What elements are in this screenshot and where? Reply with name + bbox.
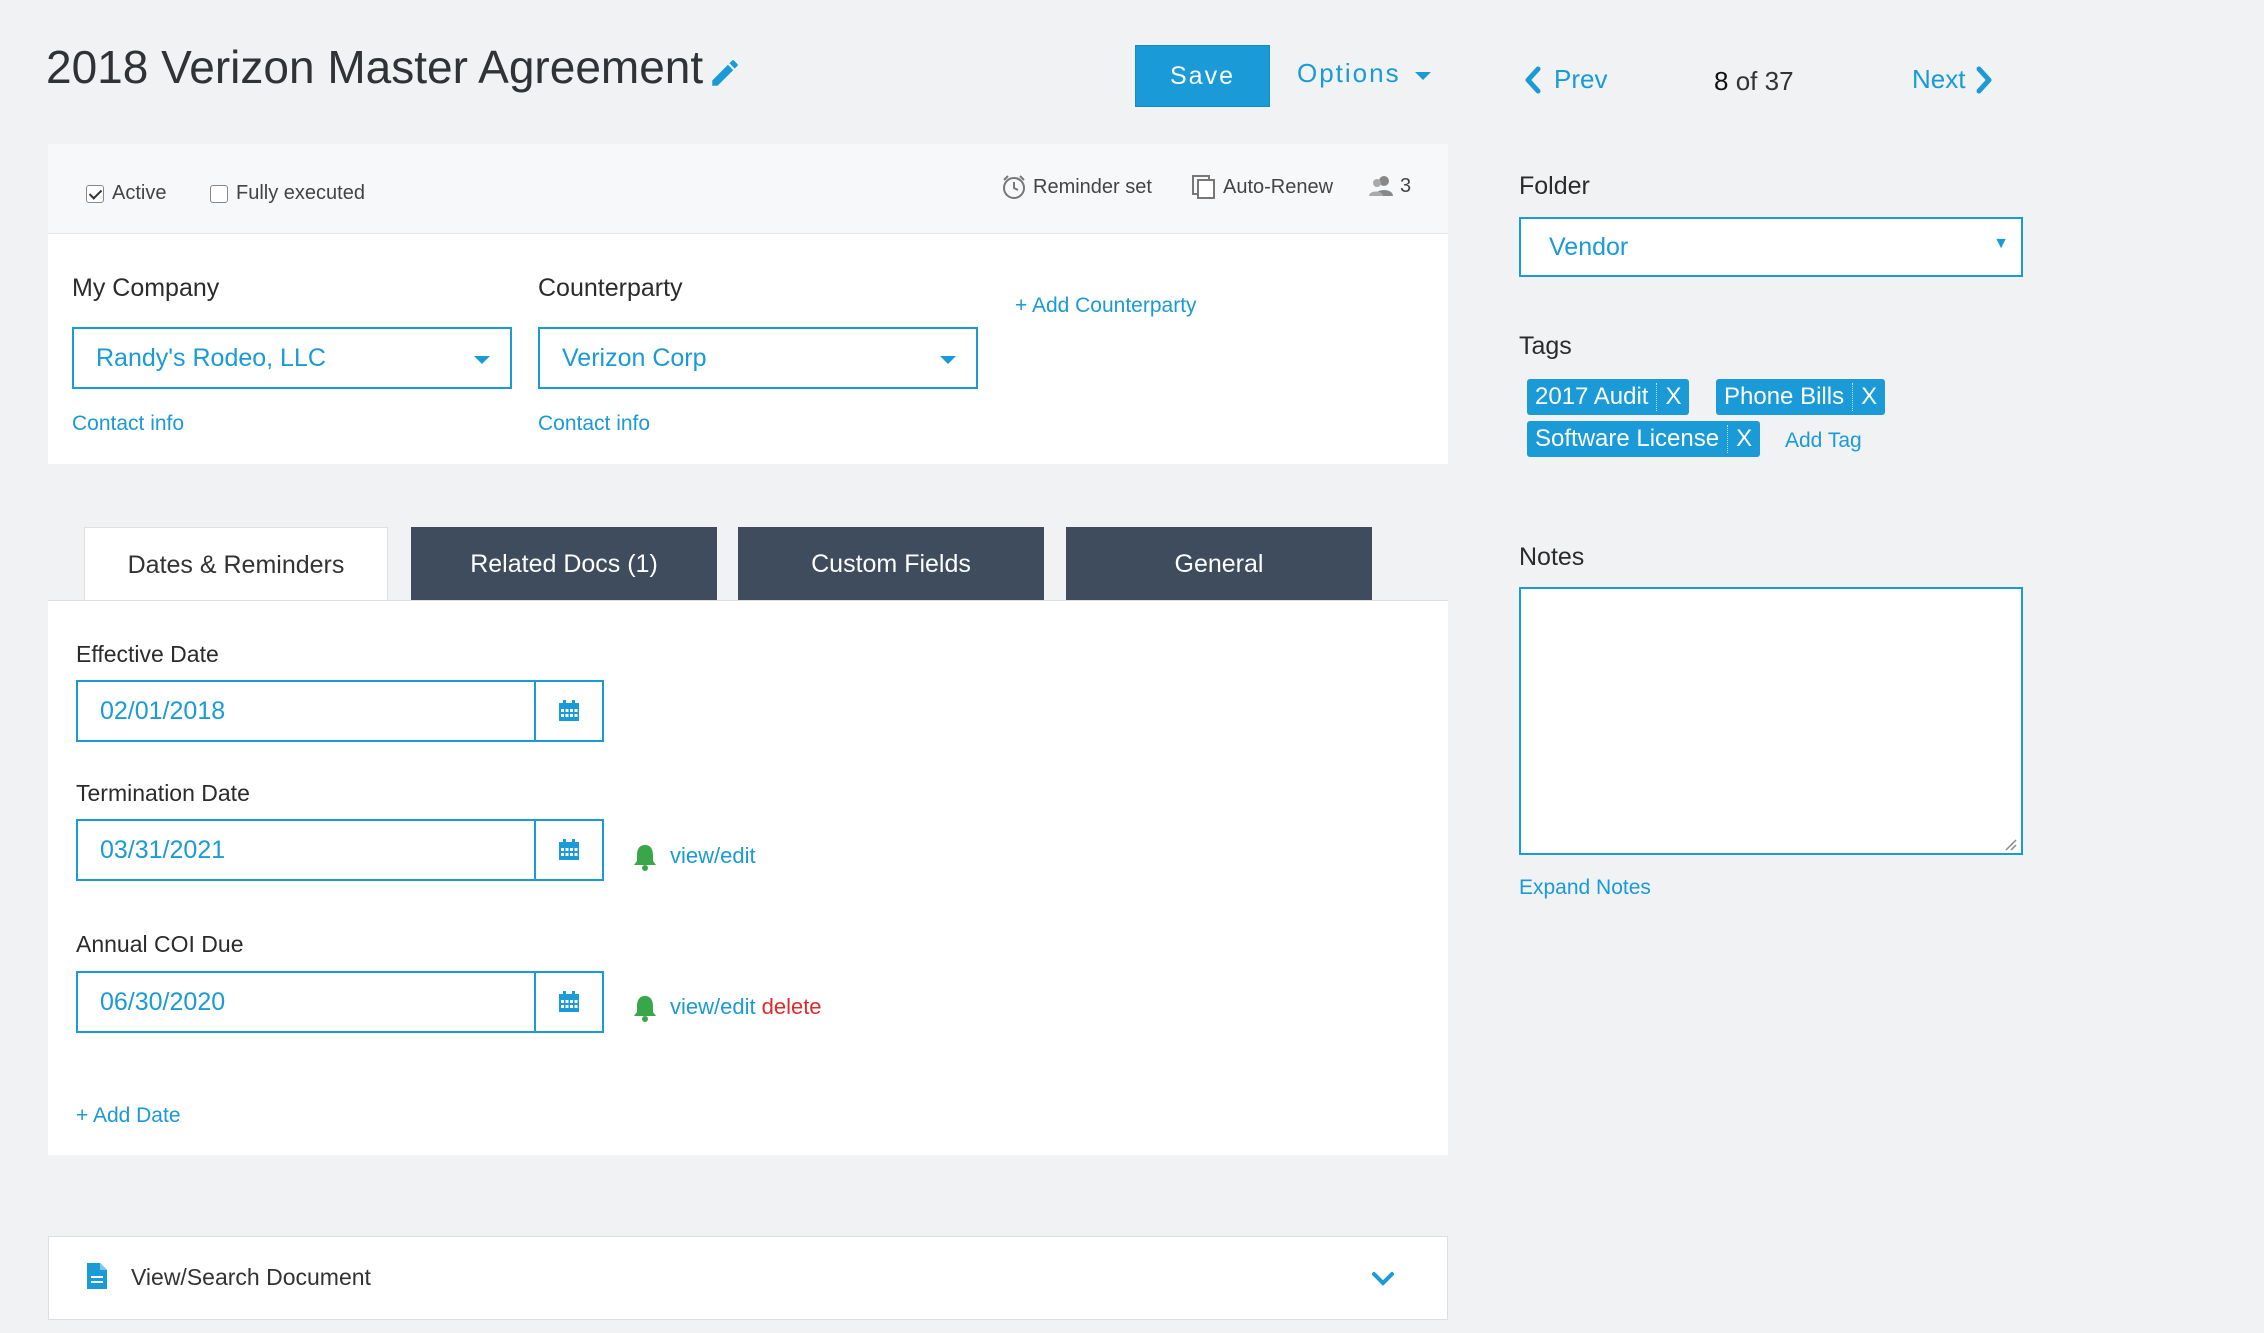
tags-label: Tags <box>1519 332 1572 360</box>
annual-coi-due-input[interactable]: 06/30/2020 <box>78 973 536 1031</box>
auto-renew-label: Auto-Renew <box>1223 175 1334 198</box>
document-icon <box>87 1263 107 1289</box>
calendar-icon <box>559 991 579 1012</box>
page-total: of 37 <box>1735 66 1794 96</box>
prev-label: Prev <box>1554 64 1608 94</box>
annual-coi-delete-link[interactable]: delete <box>762 994 822 1020</box>
annual-coi-actions: view/edit delete <box>670 994 822 1020</box>
chevron-down-icon[interactable] <box>1371 1271 1395 1287</box>
users-count: 3 <box>1400 174 1412 197</box>
termination-date-field[interactable]: 03/31/2021 <box>76 819 604 881</box>
my-company-label: My Company <box>72 274 220 302</box>
bell-reminder-icon <box>634 845 656 871</box>
calendar-button[interactable] <box>536 682 602 740</box>
counterparty-contact-link[interactable]: Contact info <box>538 412 650 436</box>
annual-coi-view-edit-link[interactable]: view/edit <box>670 994 756 1020</box>
counterparty-label: Counterparty <box>538 274 683 302</box>
tag-label: Software License <box>1527 425 1729 453</box>
alarm-clock-icon <box>1003 175 1025 199</box>
add-date-link[interactable]: + Add Date <box>76 1104 181 1128</box>
view-search-document-panel[interactable]: View/Search Document <box>48 1236 1448 1320</box>
tag-chip: 2017 Audit X <box>1527 379 1690 415</box>
caret-down-icon <box>1414 71 1431 80</box>
chevron-left-icon <box>1525 66 1541 93</box>
tab-custom-fields[interactable]: Custom Fields <box>738 527 1044 601</box>
remove-tag-button[interactable]: X <box>1728 425 1760 453</box>
auto-renew-toggle[interactable]: Auto-Renew <box>1191 174 1333 200</box>
notes-label: Notes <box>1519 543 1585 571</box>
page-counter: 8 of 37 <box>1714 66 1794 97</box>
termination-date-label: Termination Date <box>76 780 250 806</box>
effective-date-field[interactable]: 02/01/2018 <box>76 680 604 742</box>
effective-date-input[interactable]: 02/01/2018 <box>78 682 536 740</box>
annual-coi-due-field[interactable]: 06/30/2020 <box>76 971 604 1033</box>
dropdown-arrow-icon: ▼ <box>1993 235 2009 252</box>
tab-related-docs[interactable]: Related Docs (1) <box>411 527 717 601</box>
next-button[interactable]: Next <box>1912 64 1993 95</box>
effective-date-label: Effective Date <box>76 641 219 667</box>
my-company-value: Randy's Rodeo, LLC <box>96 343 326 372</box>
status-bar: Active Fully executed Reminder set Auto-… <box>48 144 1448 234</box>
tag-label: Phone Bills <box>1716 383 1854 411</box>
expand-notes-link[interactable]: Expand Notes <box>1519 876 1651 900</box>
add-tag-link[interactable]: Add Tag <box>1785 429 1862 453</box>
my-company-select[interactable]: Randy's Rodeo, LLC <box>72 327 512 389</box>
notes-textarea[interactable] <box>1519 587 2023 855</box>
fully-executed-checkbox-box[interactable] <box>210 184 228 203</box>
options-dropdown-button[interactable]: Options <box>1297 58 1431 89</box>
folder-value: Vendor <box>1549 232 1629 261</box>
page-title: 2018 Verizon Master Agreement <box>46 41 704 93</box>
page-current: 8 <box>1714 66 1729 96</box>
active-label: Active <box>112 182 167 204</box>
save-button[interactable]: Save <box>1135 45 1270 107</box>
calendar-icon <box>559 839 579 860</box>
active-checkbox-box[interactable] <box>86 184 104 203</box>
folder-select[interactable]: Vendor ▼ <box>1519 217 2023 277</box>
folder-label: Folder <box>1519 172 1590 200</box>
annual-coi-due-label: Annual COI Due <box>76 931 244 957</box>
bell-reminder-icon <box>634 996 656 1022</box>
remove-tag-button[interactable]: X <box>1657 383 1689 411</box>
pencil-edit-icon[interactable] <box>708 56 742 90</box>
my-company-contact-link[interactable]: Contact info <box>72 412 184 436</box>
termination-view-edit-link[interactable]: view/edit <box>670 843 756 869</box>
dates-reminders-panel: Effective Date 02/01/2018 Termination Da… <box>48 600 1448 1155</box>
users-indicator[interactable]: 3 <box>1368 174 1411 198</box>
next-label: Next <box>1912 64 1966 94</box>
fully-executed-label: Fully executed <box>236 182 365 204</box>
options-label: Options <box>1297 58 1401 88</box>
caret-down-icon <box>940 356 956 364</box>
calendar-icon <box>559 700 579 721</box>
calendar-button[interactable] <box>536 973 602 1031</box>
tab-dates-reminders[interactable]: Dates & Reminders <box>84 527 388 602</box>
tab-general[interactable]: General <box>1066 527 1372 601</box>
active-checkbox[interactable]: Active <box>86 182 166 205</box>
copy-icon <box>1192 175 1215 199</box>
counterparty-select[interactable]: Verizon Corp <box>538 327 978 389</box>
reminder-set-indicator[interactable]: Reminder set <box>1001 174 1152 200</box>
tag-chip: Phone Bills X <box>1716 379 1886 415</box>
caret-down-icon <box>474 356 490 364</box>
resize-handle-icon[interactable] <box>2003 837 2017 851</box>
termination-date-input[interactable]: 03/31/2021 <box>78 821 536 879</box>
chevron-right-icon <box>1976 66 1992 93</box>
prev-button[interactable]: Prev <box>1524 64 1607 95</box>
add-counterparty-link[interactable]: + Add Counterparty <box>1015 294 1197 318</box>
tag-chip: Software License X <box>1527 421 1761 457</box>
tag-label: 2017 Audit <box>1527 383 1658 411</box>
contract-summary-card: Active Fully executed Reminder set Auto-… <box>48 144 1448 464</box>
calendar-button[interactable] <box>536 821 602 879</box>
users-icon <box>1369 176 1393 196</box>
view-search-document-label: View/Search Document <box>131 1264 371 1290</box>
reminder-label: Reminder set <box>1033 175 1152 198</box>
counterparty-value: Verizon Corp <box>562 343 707 372</box>
remove-tag-button[interactable]: X <box>1853 383 1885 411</box>
fully-executed-checkbox[interactable]: Fully executed <box>210 182 365 205</box>
